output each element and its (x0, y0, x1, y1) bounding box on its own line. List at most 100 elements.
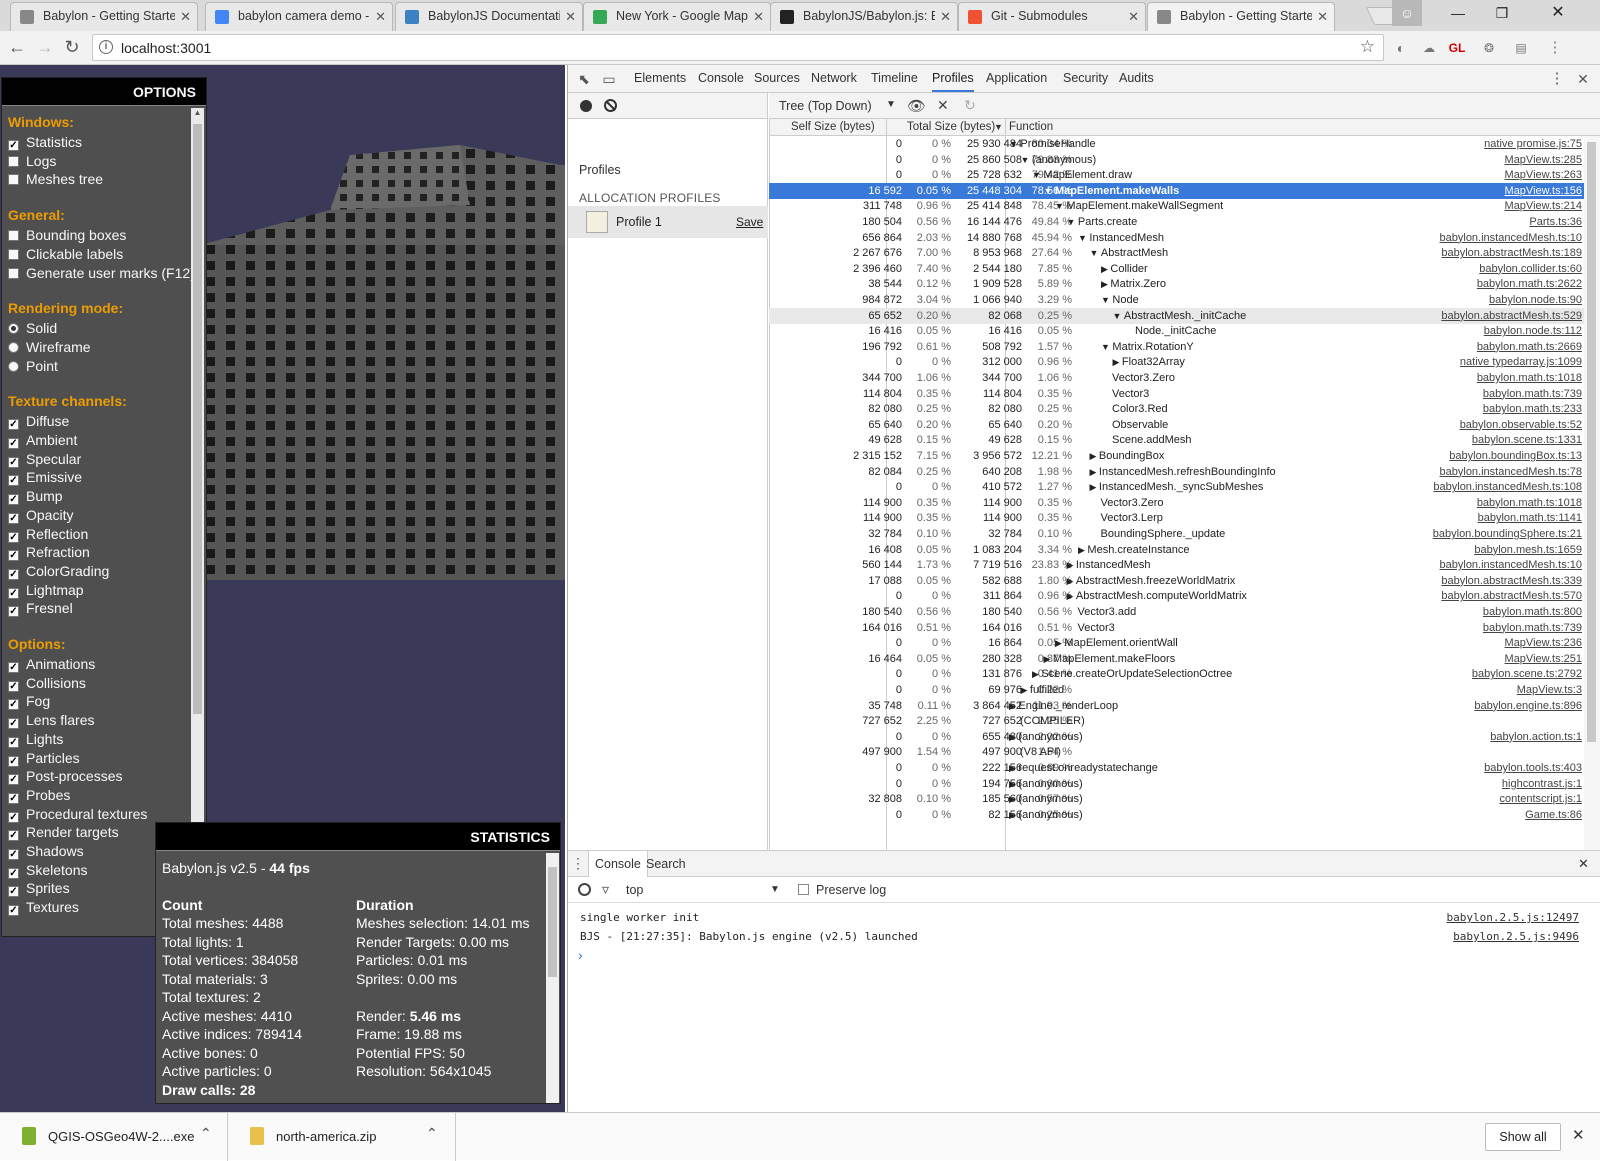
browser-tab[interactable]: BabylonJS/Babylon.js: Ba ✕ (770, 2, 958, 31)
tree-row[interactable]: 00 % 655 480 2.02 % ▶ (anonymous) babylon.ac… (769, 729, 1584, 745)
option-checkbox[interactable]: ✓ Emissive (8, 468, 82, 487)
expanded-arrow-icon[interactable]: ▼ (1113, 311, 1124, 321)
checkbox[interactable]: ✓ (8, 680, 19, 692)
tab-console[interactable]: Console (698, 65, 744, 92)
filter-icon[interactable]: ▿ (602, 881, 609, 898)
tree-row[interactable]: 16 416 0.05 % 16 416 0.05 % Node._initCache b… (769, 323, 1584, 339)
source-link[interactable]: babylon.action.ts:1 (1490, 729, 1582, 745)
window-close-icon[interactable]: ✕ (1536, 0, 1580, 26)
total-size-header[interactable]: Total Size (bytes) (907, 121, 995, 133)
collapsed-arrow-icon[interactable]: ▶ (1090, 451, 1099, 461)
tree-row[interactable]: 00 % 69 976 0.22 % ▶ fulfilled MapView.ts:3 (769, 682, 1584, 698)
expanded-arrow-icon[interactable]: ▼ (1044, 186, 1055, 196)
forward-icon[interactable]: → (34, 36, 56, 58)
source-link[interactable]: babylon.abstractMesh.ts:570 (1441, 588, 1582, 604)
option-checkbox[interactable]: ✓ Diffuse (8, 412, 69, 431)
tree-row[interactable]: 180 504 0.56 % 16 144 476 49.84 % ▼ Parts.cr… (769, 214, 1584, 230)
source-link[interactable]: babylon.math.ts:2622 (1477, 276, 1582, 292)
expanded-arrow-icon[interactable]: ▼ (1067, 217, 1078, 227)
source-link[interactable]: babylon.abstractMesh.ts:189 (1441, 245, 1582, 261)
option-checkbox[interactable]: ✓ Bump (8, 487, 63, 506)
source-link[interactable]: babylon.instancedMesh.ts:10 (1440, 230, 1582, 246)
browser-tab[interactable]: babylon camera demo - ✕ (205, 2, 393, 31)
tab-profiles[interactable]: Profiles (932, 65, 974, 92)
source-link[interactable]: Game.ts:86 (1525, 807, 1582, 823)
tree-row[interactable]: 344 700 1.06 % 344 700 1.06 % Vector3.Zero ba… (769, 370, 1584, 386)
collapsed-arrow-icon[interactable]: ▶ (1113, 357, 1122, 367)
source-link[interactable]: MapView.ts:263 (1505, 167, 1582, 183)
option-checkbox[interactable]: ✓ Skeletons (8, 861, 87, 880)
collapsed-arrow-icon[interactable]: ▶ (1009, 779, 1018, 789)
collapsed-arrow-icon[interactable]: ▶ (1009, 810, 1018, 820)
expanded-arrow-icon[interactable]: ▼ (1101, 295, 1112, 305)
view-mode-select[interactable]: Tree (Top Down) (779, 99, 872, 113)
browser-tab[interactable]: Babylon - Getting Started ✕ (10, 2, 198, 31)
address-bar[interactable]: i localhost:3001 ☆ (92, 34, 1384, 61)
collapsed-arrow-icon[interactable]: ▶ (1090, 467, 1099, 477)
collapsed-arrow-icon[interactable]: ▶ (1021, 685, 1030, 695)
source-link[interactable]: MapView.ts:285 (1505, 152, 1582, 168)
tree-row[interactable]: 2 267 676 7.00 % 8 953 968 27.64 % ▼ Abstrac… (769, 245, 1584, 261)
option-checkbox[interactable]: ✓ Post-processes (8, 767, 122, 786)
source-link[interactable]: MapView.ts:236 (1505, 635, 1582, 651)
close-icon[interactable]: ✕ (1317, 3, 1328, 30)
tree-row[interactable]: 00 % 131 876 0.41 % ▶ Scene.createOrUpdateS… (769, 666, 1584, 682)
tree-row[interactable]: 82 080 0.25 % 82 080 0.25 % Color3.Red babylo… (769, 401, 1584, 417)
menu-dots-icon[interactable]: ⋮ (1546, 39, 1564, 57)
tree-row[interactable]: 0 0 % 312 000 0.96 % ▶ Float32Array native ty… (769, 354, 1584, 370)
tree-row[interactable]: 180 540 0.56 % 180 540 0.56 % Vector3.add bab… (769, 604, 1584, 620)
option-checkbox[interactable]: ✓ Lightmap (8, 581, 84, 600)
tab-audits[interactable]: Audits (1119, 65, 1154, 92)
drawer-close-icon[interactable]: ✕ (1578, 856, 1589, 872)
options-scrollbar[interactable]: ▲ ▼ (191, 108, 204, 934)
source-link[interactable]: MapView.ts:3 (1517, 682, 1582, 698)
checkbox[interactable]: ✓ (8, 886, 19, 898)
source-link[interactable]: babylon.math.ts:739 (1483, 386, 1582, 402)
tree-row[interactable]: 49 628 0.15 % 49 628 0.15 % Scene.addMesh bab… (769, 432, 1584, 448)
option-checkbox[interactable]: Generate user marks (F12) (8, 264, 195, 283)
source-link[interactable]: babylon.scene.ts:2792 (1472, 666, 1582, 682)
collapsed-arrow-icon[interactable]: ▶ (1067, 591, 1076, 601)
tree-row[interactable]: 2 396 460 7.40 % 2 544 180 7.85 % ▶ Collider… (769, 261, 1584, 277)
checkbox[interactable] (8, 230, 19, 242)
url-text[interactable]: localhost:3001 (121, 40, 211, 56)
checkbox[interactable]: ✓ (8, 550, 19, 562)
tree-row[interactable]: 497 900 1.54 % 497 900 1.54 % (V8 API) (769, 744, 1584, 760)
tree-row[interactable]: 65 652 0.20 % 82 068 0.25 % ▼ AbstractMesh._… (769, 307, 1584, 324)
option-checkbox[interactable]: ✓ Opacity (8, 506, 73, 525)
function-header[interactable]: Function (1009, 121, 1053, 133)
focus-eye-icon[interactable]: 👁 (907, 97, 926, 115)
collapsed-arrow-icon[interactable]: ▶ (1055, 638, 1064, 648)
exclude-icon[interactable]: ✕ (937, 97, 949, 114)
option-checkbox[interactable]: ✓ Lights (8, 730, 63, 749)
source-link[interactable]: babylon.math.ts:1141 (1478, 510, 1582, 526)
source-link[interactable]: native typedarray.js:1099 (1460, 354, 1582, 370)
option-checkbox[interactable]: ✓ Shadows (8, 842, 84, 861)
tree-row[interactable]: 114 900 0.35 % 114 900 0.35 % Vector3.Zero ba… (769, 495, 1584, 511)
option-checkbox[interactable]: ✓ Sprites (8, 879, 70, 898)
tree-row[interactable]: 16 408 0.05 % 1 083 204 3.34 % ▶ Mesh.create… (769, 542, 1584, 558)
browser-tab[interactable]: BabylonJS Documentation ✕ (395, 2, 583, 31)
tree-row[interactable]: 00 % 311 864 0.96 % ▶ AbstractMesh.computeW… (769, 588, 1584, 604)
tab-network[interactable]: Network (811, 65, 857, 92)
tree-row[interactable]: 38 544 0.12 % 1 909 528 5.89 % ▶ Matrix.Zero… (769, 276, 1584, 292)
source-link[interactable]: babylon.instancedMesh.ts:108 (1433, 479, 1582, 495)
tree-row[interactable]: 560 144 1.73 % 7 719 516 23.83 % ▶ Instanced… (769, 557, 1584, 573)
inspect-element-icon[interactable]: ⬉ (575, 70, 593, 88)
option-checkbox[interactable]: ✓ Probes (8, 786, 70, 805)
checkbox[interactable]: ✓ (8, 905, 19, 917)
tree-row[interactable]: 00 % 82 156 0.25 % ▶ (anonymous) Game.ts:86 (769, 807, 1584, 823)
source-link[interactable]: babylon.observable.ts:52 (1460, 417, 1582, 433)
option-checkbox[interactable]: ✓ Procedural textures (8, 805, 147, 824)
checkbox[interactable]: ✓ (8, 587, 19, 599)
download-item[interactable]: north-america.zip ⌃ (228, 1113, 456, 1161)
devtools-close-icon[interactable]: ✕ (1574, 70, 1592, 88)
checkbox[interactable]: ✓ (8, 568, 19, 580)
option-checkbox[interactable]: ✓ Statistics (8, 133, 82, 152)
tree-row[interactable]: 65 640 0.20 % 65 640 0.20 % Observable babylo… (769, 417, 1584, 433)
source-link[interactable]: babylon.boundingBox.ts:13 (1449, 448, 1582, 464)
tree-row[interactable]: 0 0 % 410 572 1.27 % ▶ InstancedMesh._syncSu… (769, 479, 1584, 495)
checkbox[interactable]: ✓ (8, 419, 19, 431)
source-link[interactable]: babylon.node.ts:112 (1484, 323, 1582, 339)
browser-tab[interactable]: New York - Google Maps ✕ (583, 2, 771, 31)
